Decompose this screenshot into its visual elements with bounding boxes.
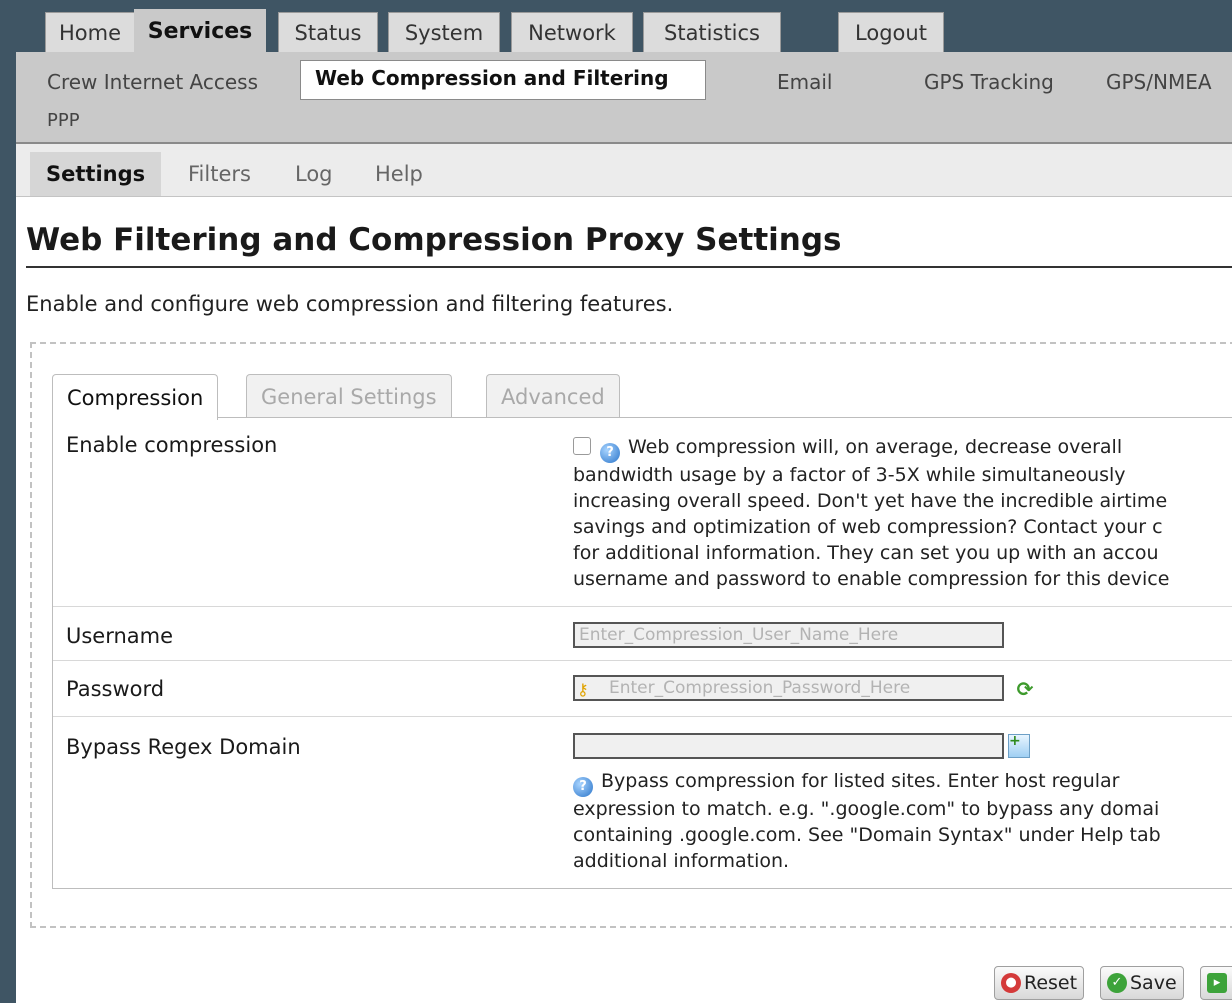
tab-log[interactable]: Log xyxy=(295,152,333,196)
key-icon: ⚷ xyxy=(577,680,589,699)
password-input[interactable] xyxy=(573,675,1004,701)
help-text-line: for additional information. They can set… xyxy=(573,542,1159,564)
username-label: Username xyxy=(66,624,174,648)
panel-tab-advanced[interactable]: Advanced xyxy=(486,374,620,418)
panel-tab-general-settings[interactable]: General Settings xyxy=(246,374,452,418)
page-description: Enable and configure web compression and… xyxy=(26,292,674,316)
bypass-regex-input[interactable] xyxy=(573,733,1004,759)
help-text-line: savings and optimization of web compress… xyxy=(573,516,1163,538)
subtab-gps-tracking[interactable]: GPS Tracking xyxy=(924,70,1054,94)
page-tabs: Settings Filters Log Help xyxy=(16,144,1232,197)
info-icon[interactable]: ? xyxy=(600,443,620,463)
help-text-line: increasing overall speed. Don't yet have… xyxy=(573,490,1168,512)
tab-network[interactable]: Network xyxy=(511,12,633,52)
reset-label: Reset xyxy=(1024,972,1078,994)
enable-compression-checkbox[interactable] xyxy=(573,437,591,455)
help-text-line: expression to match. e.g. ".google.com" … xyxy=(573,798,1160,820)
enable-compression-label: Enable compression xyxy=(66,433,278,457)
tab-status[interactable]: Status xyxy=(278,12,378,52)
tab-system[interactable]: System xyxy=(388,12,500,52)
bypass-regex-label: Bypass Regex Domain xyxy=(66,735,301,759)
tab-filters[interactable]: Filters xyxy=(188,152,251,196)
tab-home[interactable]: Home xyxy=(45,12,135,52)
page-title: Web Filtering and Compression Proxy Sett… xyxy=(26,222,842,258)
row-divider xyxy=(53,606,1232,607)
row-divider xyxy=(53,716,1232,717)
help-text-line: additional information. xyxy=(573,850,790,872)
subtab-crew-internet-access[interactable]: Crew Internet Access xyxy=(47,70,258,94)
tab-settings[interactable]: Settings xyxy=(30,152,162,196)
refresh-icon[interactable]: ⟳ xyxy=(1014,677,1036,701)
bypass-help-line: ? Bypass compression for listed sites. En… xyxy=(573,770,1120,797)
compression-help-line: ? Web compression will, on average, decre… xyxy=(600,436,1122,463)
subtab-ppp[interactable]: PPP xyxy=(47,110,80,131)
add-entry-icon[interactable]: + xyxy=(1008,734,1030,758)
tab-statistics[interactable]: Statistics xyxy=(643,12,781,52)
reset-button[interactable]: ● Reset xyxy=(994,966,1085,1000)
username-input[interactable] xyxy=(573,622,1004,648)
tab-services[interactable]: Services xyxy=(134,9,266,52)
subtab-web-compression[interactable]: Web Compression and Filtering xyxy=(300,60,706,100)
title-divider xyxy=(26,266,1232,268)
apply-button[interactable]: ▸ xyxy=(1200,966,1232,1000)
info-icon[interactable]: ? xyxy=(573,777,593,797)
tab-logout[interactable]: Logout xyxy=(838,12,944,52)
tab-help[interactable]: Help xyxy=(375,152,423,196)
password-label: Password xyxy=(66,677,165,701)
app-window: Home Services Status System Network Stat… xyxy=(16,0,1232,1003)
subtab-email[interactable]: Email xyxy=(777,70,833,94)
main-nav: Home Services Status System Network Stat… xyxy=(16,0,1232,52)
sub-nav: Crew Internet Access Web Compression and… xyxy=(16,52,1232,144)
apply-icon: ▸ xyxy=(1207,973,1227,993)
help-text-line: containing .google.com. See "Domain Synt… xyxy=(573,824,1161,846)
save-label: Save xyxy=(1130,972,1177,994)
subtab-gps-nmea[interactable]: GPS/NMEA xyxy=(1106,70,1212,94)
checkmark-icon: ✓ xyxy=(1107,973,1127,993)
reset-icon: ● xyxy=(1001,973,1021,993)
help-text-line: Bypass compression for listed sites. Ent… xyxy=(601,770,1120,792)
save-button[interactable]: ✓ Save xyxy=(1100,966,1184,1000)
help-text-line: username and password to enable compress… xyxy=(573,568,1170,590)
help-text-line: Web compression will, on average, decrea… xyxy=(628,436,1123,458)
row-divider xyxy=(53,660,1232,661)
help-text-line: bandwidth usage by a factor of 3-5X whil… xyxy=(573,464,1126,486)
panel-tab-compression[interactable]: Compression xyxy=(52,374,219,420)
